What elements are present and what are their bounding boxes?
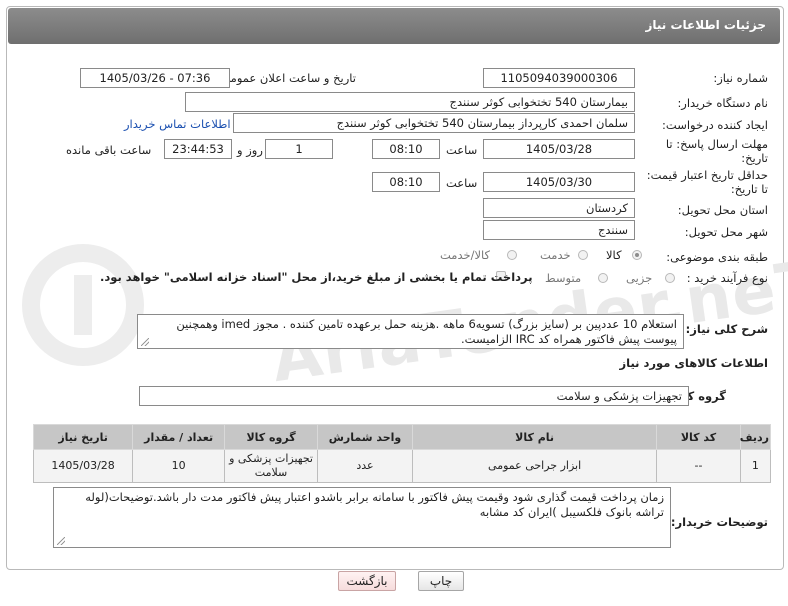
category-label: طبقه بندی موضوعی: — [666, 250, 768, 264]
deadline-time-label: ساعت — [446, 143, 478, 157]
col-header-name: نام کالا — [411, 424, 658, 450]
announce-field: 1405/03/26 - 07:36 — [80, 68, 230, 88]
province-label: استان محل تحویل: — [677, 203, 768, 217]
col-header-row: ردیف — [739, 424, 772, 450]
items-table: ردیف کد کالا نام کالا واحد شمارش گروه کا… — [32, 424, 772, 483]
validity-label-date: تا تاریخ: — [730, 182, 768, 196]
description-line-2: پیوست پیش فاکتور همراه کد IRC الزامیست. — [461, 332, 677, 346]
goods-group-field: تجهیزات پزشکی و سلامت — [139, 386, 689, 406]
validity-date-field: 1405/03/30 — [483, 172, 635, 192]
validity-time-label: ساعت — [446, 176, 478, 190]
table-header-row: ردیف کد کالا نام کالا واحد شمارش گروه کا… — [32, 424, 772, 450]
cell-date: 1405/03/28 — [32, 449, 134, 483]
days-field: 1 — [265, 139, 333, 159]
cell-qty: 10 — [132, 449, 226, 483]
watermark-logo-icon — [22, 244, 144, 366]
creator-field: سلمان احمدی کارپرداز بیمارستان 540 تختخو… — [233, 113, 635, 133]
buyer-org-field: بیمارستان 540 تختخوابی کوثر سنندج — [185, 92, 635, 112]
col-header-unit: واحد شمارش — [316, 424, 413, 450]
deadline-time-field: 08:10 — [372, 139, 440, 159]
description-label: شرح کلی نیاز: — [685, 322, 768, 336]
buyer-notes-textarea: زمان پرداخت قیمت گذاری شود وقیمت پیش فاک… — [53, 487, 671, 548]
cell-group-line-1: تجهیزات پزشکی و — [229, 452, 313, 465]
city-field: سنندج — [483, 220, 635, 240]
cell-group-line-2: سلامت — [254, 466, 288, 479]
deadline-label: مهلت ارسال پاسخ: تا — [665, 137, 768, 151]
process-radio-minor[interactable] — [665, 273, 675, 283]
buyer-org-label: نام دستگاه خریدار: — [677, 96, 768, 110]
table-row: 1 -- ابزار جراحی عمومی عدد تجهیزات پزشکی… — [32, 449, 772, 483]
buyer-contact-link[interactable]: اطلاعات تماس خریدار — [124, 117, 231, 131]
treasury-note: پرداخت تمام یا بخشی از مبلغ خرید،از محل … — [100, 270, 533, 284]
process-label: نوع فرآیند خرید : — [686, 271, 768, 285]
process-radio-medium[interactable] — [598, 273, 608, 283]
print-button[interactable]: چاپ — [418, 571, 464, 591]
resize-handle-icon[interactable] — [141, 338, 149, 346]
col-header-qty: تعداد / مقدار — [132, 424, 226, 450]
category-option-goods-service: کالا/خدمت — [440, 248, 491, 262]
buyer-notes-line-2: تراشه بانوک فلکسیبل )ایران کد مشابه — [479, 505, 664, 519]
col-header-group: گروه کالا — [224, 424, 318, 450]
category-option-goods: کالا — [606, 248, 622, 262]
category-option-service: خدمت — [540, 248, 571, 262]
buyer-notes-line-1: زمان پرداخت قیمت گذاری شود وقیمت پیش فاک… — [85, 490, 664, 504]
days-label: روز و — [237, 143, 263, 157]
buyer-notes-label: توضیحات خریدار: — [670, 515, 768, 529]
category-radio-goods[interactable] — [632, 250, 642, 260]
page-title: جزئیات اطلاعات نیاز — [645, 18, 766, 32]
process-option-medium: متوسط — [545, 271, 582, 285]
cell-code: -- — [656, 449, 741, 483]
need-number-field: 1105094039000306 — [483, 68, 635, 88]
validity-time-field: 08:10 — [372, 172, 440, 192]
description-line-1: استعلام 10 عددپین بر (سایز بزرگ) تسویه6 … — [176, 317, 677, 331]
col-header-date: تاریخ نیاز — [32, 424, 134, 450]
cell-group: تجهیزات پزشکی و سلامت — [224, 449, 318, 483]
remaining-time-field: 23:44:53 — [164, 139, 232, 159]
resize-handle-icon[interactable] — [57, 537, 65, 545]
description-textarea: استعلام 10 عددپین بر (سایز بزرگ) تسویه6 … — [137, 314, 684, 349]
creator-label: ایجاد کننده درخواست: — [662, 118, 768, 132]
goods-section-title: اطلاعات کالاهای مورد نیاز — [619, 356, 768, 370]
remaining-label: ساعت باقی مانده — [66, 143, 152, 157]
category-radio-goods-service[interactable] — [507, 250, 517, 260]
validity-label: حداقل تاریخ اعتبار قیمت: — [646, 168, 768, 182]
cell-row: 1 — [739, 449, 772, 483]
category-radio-service[interactable] — [578, 250, 588, 260]
city-label: شهر محل تحویل: — [684, 225, 768, 239]
deadline-date-field: 1405/03/28 — [483, 139, 635, 159]
cell-name: ابزار جراحی عمومی — [411, 449, 658, 483]
need-number-label: شماره نیاز: — [713, 71, 768, 85]
process-option-minor: جزیی — [626, 271, 653, 285]
announce-label: تاریخ و ساعت اعلان عمومی: — [217, 71, 356, 85]
deadline-label-date: تاریخ: — [741, 151, 768, 165]
cell-unit: عدد — [316, 449, 413, 483]
province-field: کردستان — [483, 198, 635, 218]
col-header-code: کد کالا — [656, 424, 741, 450]
back-button[interactable]: بازگشت — [338, 571, 396, 591]
